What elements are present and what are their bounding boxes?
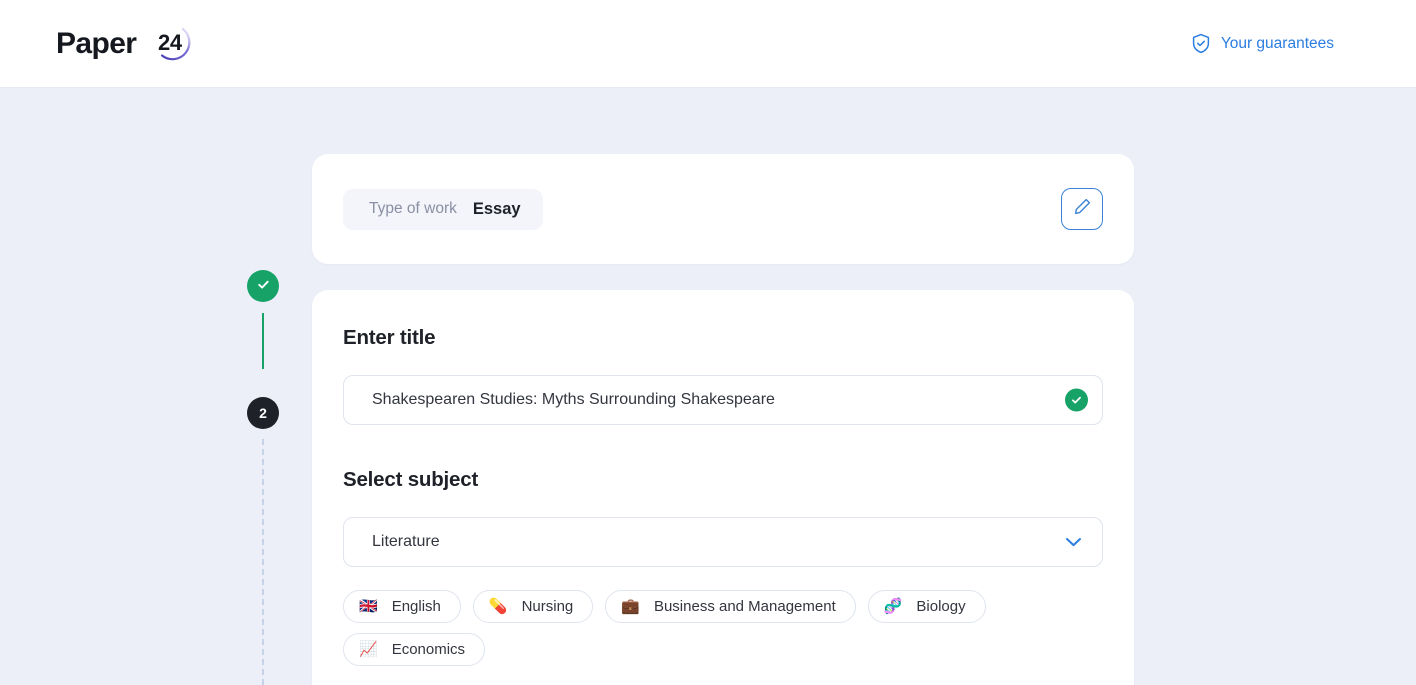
subject-chip-label: Economics xyxy=(391,641,466,658)
logo-wordmark: Paper xyxy=(56,26,137,60)
subject-select-value: Literature xyxy=(372,533,440,550)
subject-select[interactable]: Literature xyxy=(343,517,1103,567)
type-of-work-label: Type of work xyxy=(369,200,457,217)
order-form-card: Enter title Shakespearen Studies: Myths … xyxy=(312,290,1134,685)
order-stepper: 2 xyxy=(247,203,279,685)
guarantees-label: Your guarantees xyxy=(1220,34,1334,52)
subject-chip-emoji-icon: 💊 xyxy=(488,598,508,615)
check-icon xyxy=(256,277,271,295)
subject-chip-label: Nursing xyxy=(521,598,574,615)
guarantees-link[interactable]: Your guarantees xyxy=(1191,33,1334,54)
type-of-work-card: Type of work Essay xyxy=(312,154,1134,264)
page-body: 2 Type of work Essay Enter title Shakesp… xyxy=(0,88,1416,685)
subject-chip-emoji-icon: 🇬🇧 xyxy=(359,598,378,615)
title-input-value: Shakespearen Studies: Myths Surrounding … xyxy=(372,391,775,408)
order-cards: Type of work Essay Enter title Shakespea… xyxy=(312,154,1134,685)
type-of-work-pill: Type of work Essay xyxy=(343,188,543,230)
subject-chip[interactable]: 💼 Business and Management xyxy=(605,590,856,623)
subject-suggestion-chips: 🇬🇧 English 💊 Nursing 💼 Business and Managemen… xyxy=(343,590,1033,666)
subject-chip[interactable]: 💊 Nursing xyxy=(472,590,594,623)
enter-title-heading: Enter title xyxy=(343,326,436,349)
subject-chip-emoji-icon: 💼 xyxy=(621,598,640,615)
subject-chip[interactable]: 📈 Economics xyxy=(343,633,486,666)
type-of-work-value: Essay xyxy=(472,199,521,218)
subject-chip-emoji-icon: 📈 xyxy=(359,641,378,658)
logo-badge: 24 xyxy=(144,21,196,67)
stepper-connector-done xyxy=(262,313,264,369)
subject-chip-label: Business and Management xyxy=(653,598,836,615)
subject-chip[interactable]: 🧬 Biology xyxy=(867,590,986,623)
stepper-step-1[interactable] xyxy=(247,270,279,302)
logo-badge-text: 24 xyxy=(158,30,182,55)
title-input[interactable]: Shakespearen Studies: Myths Surrounding … xyxy=(343,375,1103,425)
chevron-down-icon[interactable] xyxy=(1065,537,1082,548)
subject-chip-emoji-icon: 🧬 xyxy=(883,598,903,615)
pencil-icon xyxy=(1073,197,1092,221)
shield-check-icon xyxy=(1191,33,1211,54)
select-subject-heading: Select subject xyxy=(343,468,479,491)
site-header: Paper 24 Your guarantees xyxy=(0,0,1416,88)
subject-chip-label: English xyxy=(391,598,441,615)
title-valid-icon xyxy=(1065,388,1088,412)
logo[interactable]: Paper 24 xyxy=(56,21,196,67)
stepper-step-2[interactable]: 2 xyxy=(247,397,279,429)
subject-chip-label: Biology xyxy=(916,598,966,615)
stepper-step-2-label: 2 xyxy=(259,405,267,421)
stepper-connector-pending xyxy=(262,439,264,685)
subject-chip[interactable]: 🇬🇧 English xyxy=(343,590,461,623)
edit-type-of-work-button[interactable] xyxy=(1061,188,1103,230)
